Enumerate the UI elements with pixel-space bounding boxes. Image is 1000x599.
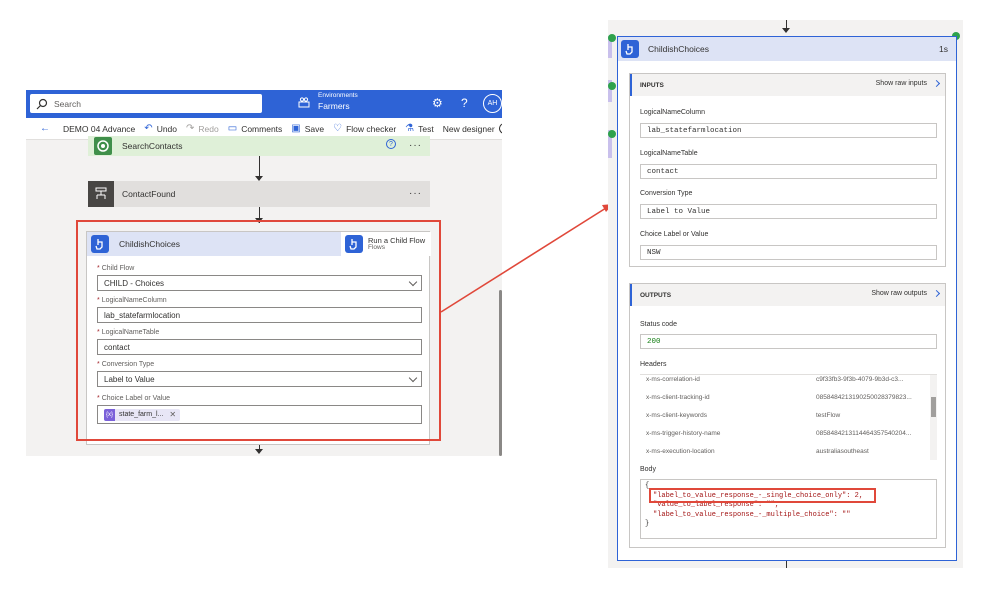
child-flow-icon [621,40,639,58]
input-value: Label to Value [640,204,937,219]
show-raw-inputs-link[interactable]: Show raw inputs [876,79,941,88]
action-title: ChildishChoices [648,44,709,54]
success-check-icon [608,82,616,90]
headers-table[interactable]: x-ms-correlation-id c9f33fb3-9f3b-4079-9b… [640,374,937,460]
scrollbar-thumb[interactable] [931,397,936,417]
outputs-header: OUTPUTS Show raw outputs [630,284,945,306]
json-line: "label_to_value_response_-_multiple_choi… [653,510,851,519]
headers-label: Headers [640,361,667,368]
input-value: lab_statefarmlocation [640,123,937,138]
highlight-box-right [649,488,876,503]
input-label: LogicalNameColumn [640,109,705,116]
run-details-panel: ChildishChoices 1s INPUTS Show raw input… [608,20,963,568]
input-label: Choice Label or Value [640,231,709,238]
chevron-right-icon [932,79,941,88]
success-check-icon [608,130,616,138]
table-row: x-ms-execution-location australiasoutheas… [646,447,869,455]
action-run-card: ChildishChoices 1s INPUTS Show raw input… [617,36,957,561]
arrow-down-icon [782,28,790,33]
chevron-right-icon [932,289,941,298]
headers-scrollbar[interactable] [930,375,937,460]
table-row: x-ms-client-tracking-id 08584842131902500… [646,393,912,401]
table-row: x-ms-correlation-id c9f33fb3-9f3b-4079-9b… [646,375,904,383]
input-label: Conversion Type [640,190,693,197]
table-row: x-ms-client-keywords testFlow [646,411,841,419]
input-label: LogicalNameTable [640,150,698,157]
status-code-label: Status code [640,321,677,328]
duration-label: 1s [939,44,948,54]
outputs-section: OUTPUTS Show raw outputs Status code 200… [629,283,946,548]
json-brace: } [645,520,650,528]
screenshot-root: Search Environments Farmers ⚙ ? AH ← DEM… [0,0,1000,599]
body-label: Body [640,466,656,473]
input-value: NSW [640,245,937,260]
connector-line [786,561,787,568]
inputs-header: INPUTS Show raw inputs [630,74,945,96]
input-value: contact [640,164,937,179]
success-check-icon [608,34,616,42]
action-header[interactable]: ChildishChoices 1s [618,37,956,61]
show-raw-outputs-link[interactable]: Show raw outputs [871,289,941,298]
table-row: x-ms-trigger-history-name 085848421311446… [646,429,912,437]
inputs-section: INPUTS Show raw inputs LogicalNameColumn… [629,73,946,267]
status-code-value: 200 [640,334,937,349]
